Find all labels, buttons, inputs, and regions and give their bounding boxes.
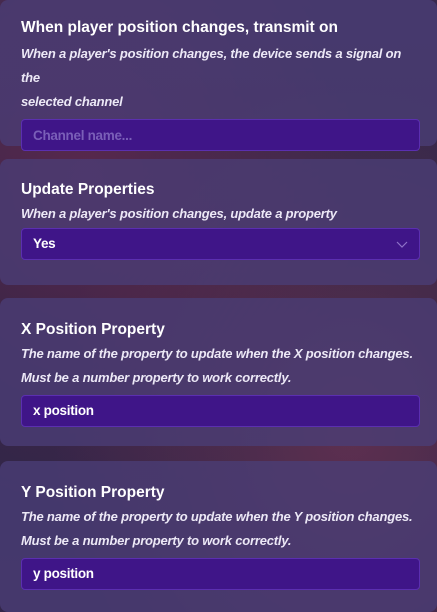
section-description-line: When a player's position changes, update… xyxy=(21,206,337,221)
section-title: When player position changes, transmit o… xyxy=(21,19,338,36)
section-description-line: The name of the property to update when … xyxy=(21,509,413,524)
chevron-down-icon xyxy=(396,241,408,248)
y-position-property-card: Y Position Property The name of the prop… xyxy=(0,461,437,612)
y-position-property-field[interactable]: y position xyxy=(21,558,420,590)
section-title: Update Properties xyxy=(21,181,155,198)
x-position-property-field[interactable]: x position xyxy=(21,395,420,427)
channel-name-input[interactable] xyxy=(33,120,419,150)
channel-name-field[interactable] xyxy=(21,119,420,151)
section-description-line: Must be a number property to work correc… xyxy=(21,533,292,548)
section-title: X Position Property xyxy=(21,321,165,338)
update-properties-card: Update Properties When a player's positi… xyxy=(0,159,437,285)
update-properties-select[interactable]: Yes xyxy=(21,228,420,260)
select-value: Yes xyxy=(33,236,56,251)
section-description-line: When a player's position changes, the de… xyxy=(21,46,402,85)
section-description-line: The name of the property to update when … xyxy=(21,346,413,361)
y-position-property-value: y position xyxy=(33,566,94,581)
transmit-channel-card: When player position changes, transmit o… xyxy=(0,0,437,151)
section-title: Y Position Property xyxy=(21,484,165,501)
section-description-line: Must be a number property to work correc… xyxy=(21,370,292,385)
x-position-property-value: x position xyxy=(33,403,94,418)
x-position-property-card: X Position Property The name of the prop… xyxy=(0,298,437,446)
section-description-line: selected channel xyxy=(21,94,123,109)
